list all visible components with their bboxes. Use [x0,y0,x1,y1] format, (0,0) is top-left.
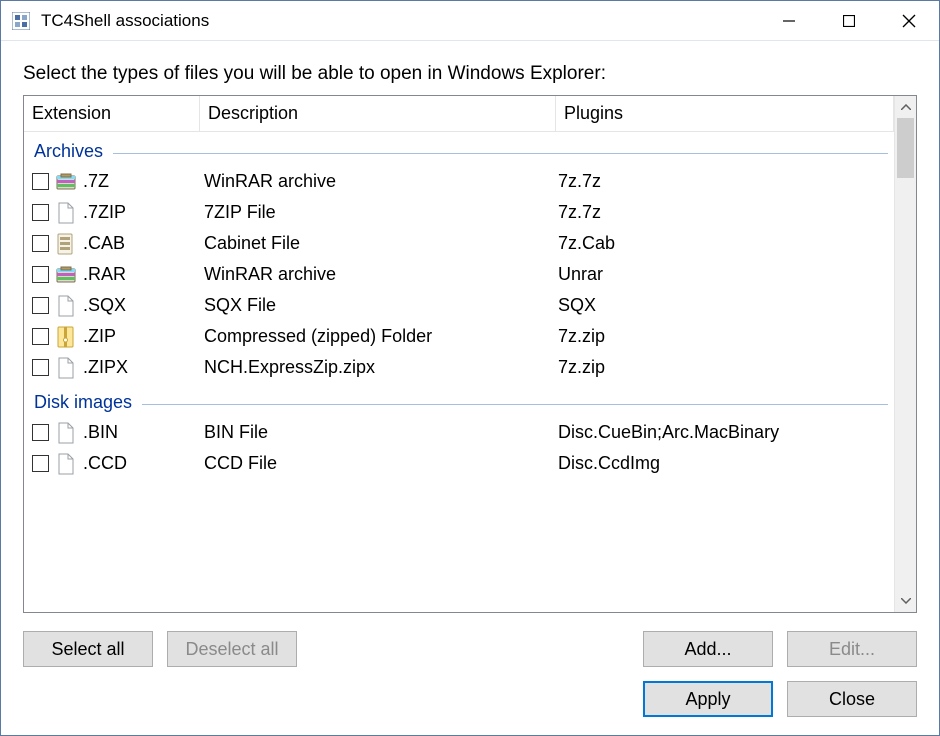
row-checkbox[interactable] [32,328,49,345]
extension-label: .RAR [83,264,126,285]
description-label: Cabinet File [200,233,556,254]
description-label: Compressed (zipped) Folder [200,326,556,347]
plugins-label: 7z.7z [556,202,894,223]
description-label: SQX File [200,295,556,316]
close-button[interactable]: Close [787,681,917,717]
row-checkbox[interactable] [32,266,49,283]
extension-label: .7Z [83,171,109,192]
plugins-label: Disc.CueBin;Arc.MacBinary [556,422,894,443]
blank-icon [55,453,77,475]
description-label: 7ZIP File [200,202,556,223]
description-label: WinRAR archive [200,264,556,285]
row-checkbox[interactable] [32,455,49,472]
row-checkbox[interactable] [32,359,49,376]
list-item[interactable]: .7Z WinRAR archive7z.7z [24,166,894,197]
description-label: BIN File [200,422,556,443]
list-item[interactable]: .CAB Cabinet File7z.Cab [24,228,894,259]
instruction-label: Select the types of files you will be ab… [23,63,917,85]
extension-label: .ZIPX [83,357,128,378]
group-header: Archives [24,136,894,166]
extension-label: .ZIP [83,326,116,347]
column-header-plugins[interactable]: Plugins [556,96,894,132]
apply-button[interactable]: Apply [643,681,773,717]
list-item[interactable]: .BIN BIN FileDisc.CueBin;Arc.MacBinary [24,417,894,448]
associations-list: Extension Description Plugins Archives .7… [23,95,917,613]
description-label: CCD File [200,453,556,474]
row-checkbox[interactable] [32,235,49,252]
button-row-2: Apply Close [23,681,917,717]
extension-label: .SQX [83,295,126,316]
maximize-button[interactable] [819,1,879,40]
scrollbar-down-icon[interactable] [895,590,916,612]
blank-icon [55,357,77,379]
edit-button[interactable]: Edit... [787,631,917,667]
plugins-label: SQX [556,295,894,316]
blank-icon [55,422,77,444]
titlebar: TC4Shell associations [1,1,939,41]
list-item[interactable]: .7ZIP 7ZIP File7z.7z [24,197,894,228]
cab-icon [55,233,77,255]
blank-icon [55,295,77,317]
group-label: Disk images [34,392,132,413]
add-button[interactable]: Add... [643,631,773,667]
blank-icon [55,202,77,224]
extension-label: .BIN [83,422,118,443]
vertical-scrollbar[interactable] [894,96,916,612]
window: TC4Shell associations Select the types o… [0,0,940,736]
winrar-icon [55,171,77,193]
button-row-1: Select all Deselect all Add... Edit... [23,631,917,667]
column-headers: Extension Description Plugins [24,96,894,132]
scrollbar-thumb[interactable] [897,118,914,178]
group-label: Archives [34,141,103,162]
group-header: Disk images [24,387,894,417]
extension-label: .CAB [83,233,125,254]
winrar-icon [55,264,77,286]
close-window-button[interactable] [879,1,939,40]
description-label: NCH.ExpressZip.zipx [200,357,556,378]
scrollbar-up-icon[interactable] [895,96,916,118]
window-buttons [759,1,939,40]
row-checkbox[interactable] [32,424,49,441]
plugins-label: 7z.zip [556,357,894,378]
row-checkbox[interactable] [32,297,49,314]
list-item[interactable]: .RAR WinRAR archiveUnrar [24,259,894,290]
plugins-label: Unrar [556,264,894,285]
list-item[interactable]: .ZIP Compressed (zipped) Folder7z.zip [24,321,894,352]
list-item[interactable]: .SQX SQX FileSQX [24,290,894,321]
description-label: WinRAR archive [200,171,556,192]
list-item[interactable]: .ZIPX NCH.ExpressZip.zipx7z.zip [24,352,894,383]
extension-label: .CCD [83,453,127,474]
plugins-label: Disc.CcdImg [556,453,894,474]
zip-icon [55,326,77,348]
column-header-extension[interactable]: Extension [24,96,200,132]
row-checkbox[interactable] [32,173,49,190]
window-title: TC4Shell associations [41,11,759,31]
plugins-label: 7z.zip [556,326,894,347]
minimize-button[interactable] [759,1,819,40]
list-item[interactable]: .CCD CCD FileDisc.CcdImg [24,448,894,479]
select-all-button[interactable]: Select all [23,631,153,667]
plugins-label: 7z.7z [556,171,894,192]
extension-label: .7ZIP [83,202,126,223]
app-icon [11,11,31,31]
content-area: Select the types of files you will be ab… [1,41,939,735]
row-checkbox[interactable] [32,204,49,221]
column-header-description[interactable]: Description [200,96,556,132]
deselect-all-button[interactable]: Deselect all [167,631,297,667]
plugins-label: 7z.Cab [556,233,894,254]
